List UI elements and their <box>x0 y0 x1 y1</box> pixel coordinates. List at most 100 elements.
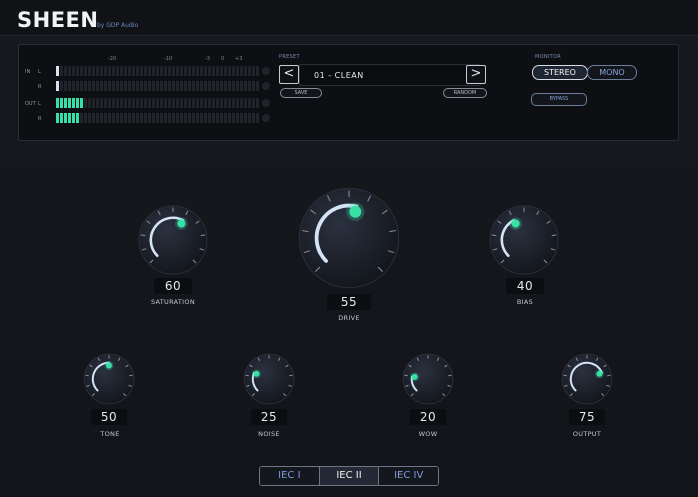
meter-segment <box>152 113 155 123</box>
meter-segment <box>64 81 67 91</box>
clip-indicator[interactable] <box>262 99 270 107</box>
stereo-button[interactable]: STEREO <box>532 65 588 80</box>
knob-body <box>138 205 208 275</box>
meter-segment <box>72 66 75 76</box>
meter-segment <box>232 98 235 108</box>
meter-group-label: OUT <box>25 101 36 107</box>
meter-segment <box>232 113 235 123</box>
meter-segment <box>236 66 239 76</box>
meter-segment <box>108 98 111 108</box>
meter-segment <box>68 98 71 108</box>
knob-body <box>243 353 295 405</box>
clip-indicator[interactable] <box>262 82 270 90</box>
meter-segment <box>140 81 143 91</box>
drive-knob[interactable] <box>295 184 403 292</box>
meter-segment <box>120 66 123 76</box>
meter-segment <box>248 66 251 76</box>
meter-scale-label: 0 <box>221 56 225 62</box>
meter-scale-label: -10 <box>164 56 173 62</box>
meter-segment <box>176 113 179 123</box>
noise-value[interactable]: 25 <box>251 409 287 425</box>
tab-iec-iv[interactable]: IEC IV <box>378 467 438 485</box>
knob-indicator-dot <box>596 370 603 377</box>
meter-segment <box>84 66 87 76</box>
meter-segment <box>224 113 227 123</box>
noise-knob[interactable] <box>242 352 296 406</box>
meter-segment <box>204 98 207 108</box>
tab-iec-i[interactable]: IEC I <box>260 467 319 485</box>
meter-in-right <box>56 81 260 91</box>
meter-segment <box>72 81 75 91</box>
meter-segment <box>196 81 199 91</box>
meter-segment <box>196 66 199 76</box>
meter-segment <box>232 66 235 76</box>
meter-segment <box>160 66 163 76</box>
meter-segment <box>84 98 87 108</box>
meter-segment <box>160 98 163 108</box>
wow-value[interactable]: 20 <box>410 409 446 425</box>
save-preset-button[interactable]: SAVE <box>280 88 322 98</box>
tone-knob-graphic <box>83 353 135 405</box>
meter-segment <box>216 98 219 108</box>
saturation-value[interactable]: 60 <box>154 278 192 294</box>
meter-segment <box>224 66 227 76</box>
meter-segment <box>112 113 115 123</box>
knob-tick <box>129 374 133 377</box>
output-value[interactable]: 75 <box>569 409 605 425</box>
header-bar: SHEEN by GDP Audio <box>0 0 698 36</box>
meter-segment <box>256 66 259 76</box>
meter-segment <box>176 98 179 108</box>
iec-curve-tabs: IEC I IEC II IEC IV <box>259 466 439 486</box>
clip-indicator[interactable] <box>262 67 270 75</box>
clip-indicator[interactable] <box>262 114 270 122</box>
random-preset-button[interactable]: RANDOM <box>443 88 487 98</box>
meter-segment <box>144 98 147 108</box>
meter-segment <box>236 113 239 123</box>
meter-segment <box>228 66 231 76</box>
meter-segment <box>256 81 259 91</box>
meter-segment <box>112 81 115 91</box>
meter-segment <box>188 98 191 108</box>
meter-segment <box>176 81 179 91</box>
prev-preset-button[interactable]: < <box>279 65 299 84</box>
drive-value[interactable]: 55 <box>327 294 371 310</box>
meter-segment <box>252 98 255 108</box>
tone-value[interactable]: 50 <box>91 409 127 425</box>
meter-segment <box>180 81 183 91</box>
meter-segment <box>228 98 231 108</box>
tone-knob[interactable] <box>82 352 136 406</box>
meter-segment <box>144 81 147 91</box>
meter-segment <box>128 81 131 91</box>
next-preset-button[interactable]: > <box>466 65 486 84</box>
bypass-button[interactable]: BYPASS <box>531 93 587 106</box>
knob-indicator-dot <box>511 219 520 228</box>
mono-button[interactable]: MONO <box>587 65 637 80</box>
brand-byline: by GDP Audio <box>97 22 139 29</box>
meter-segment <box>88 81 91 91</box>
preset-section-label: PRESET <box>279 54 300 60</box>
meter-segment <box>132 98 135 108</box>
tab-iec-ii[interactable]: IEC II <box>318 467 379 485</box>
meter-segment <box>148 66 151 76</box>
meter-segment <box>236 81 239 91</box>
saturation-knob[interactable] <box>136 203 210 277</box>
meter-segment <box>164 113 167 123</box>
knob-body <box>489 205 559 275</box>
meter-group-label: IN <box>25 69 31 75</box>
output-knob[interactable] <box>560 352 614 406</box>
preset-display[interactable]: 01 - CLEAN <box>299 64 481 86</box>
meter-segment <box>144 66 147 76</box>
bias-value[interactable]: 40 <box>506 278 544 294</box>
meter-segment <box>136 81 139 91</box>
knob-tick <box>289 374 293 377</box>
meter-segment <box>100 66 103 76</box>
meter-segment <box>76 113 79 123</box>
meter-segment <box>164 81 167 91</box>
meter-segment <box>104 66 107 76</box>
wow-knob[interactable] <box>401 352 455 406</box>
brand-logo: SHEEN <box>17 8 99 32</box>
monitor-section-label: MONITOR <box>535 54 562 60</box>
bias-knob[interactable] <box>487 203 561 277</box>
output-knob-graphic <box>561 353 613 405</box>
saturation-knob-graphic <box>138 205 208 275</box>
